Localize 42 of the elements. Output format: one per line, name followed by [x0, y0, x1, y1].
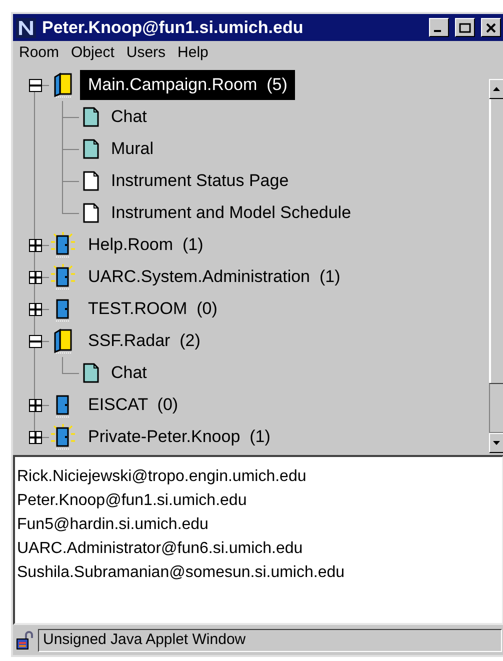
expand-icon[interactable] [28, 430, 42, 444]
user-entry[interactable]: Fun5@hardin.si.umich.edu [17, 513, 500, 537]
room-name[interactable]: SSF.Radar (2) [80, 326, 208, 356]
menu-item[interactable]: Users [126, 42, 166, 64]
room-name[interactable]: Private-Peter.Knoop (1) [80, 422, 278, 452]
scroll-up-icon[interactable] [493, 87, 500, 91]
close-icon [485, 22, 497, 32]
object-name[interactable]: Instrument and Model Schedule [111, 200, 352, 226]
object-name[interactable]: Mural [111, 136, 154, 162]
collapse-icon[interactable] [28, 334, 42, 348]
user-entry[interactable]: Rick.Niciejewski@tropo.engin.umich.edu [17, 465, 500, 489]
menu-item[interactable]: Help [178, 42, 208, 64]
room-name[interactable]: UARC.System.Administration (1) [80, 262, 348, 292]
menu-item[interactable]: Room [19, 42, 60, 64]
menu-item[interactable]: Object [71, 42, 114, 64]
user-entry[interactable]: Sushila.Subramanian@somesun.si.umich.edu [17, 561, 500, 585]
window-title: Peter.Knoop@fun1.si.umich.edu [42, 16, 304, 39]
room-name[interactable]: EISCAT (0) [80, 390, 186, 420]
scrollbar[interactable] [489, 79, 503, 453]
user-entry[interactable]: Peter.Knoop@fun1.si.umich.edu [17, 489, 500, 513]
app-logo-icon [16, 18, 36, 38]
room-name[interactable]: Main.Campaign.Room (5) [80, 70, 296, 100]
object-name[interactable]: Chat [111, 104, 147, 130]
expand-icon[interactable] [28, 398, 42, 412]
object-name[interactable]: Instrument Status Page [111, 168, 289, 194]
status-text: Unsigned Java Applet Window [43, 630, 246, 650]
room-name[interactable]: TEST.ROOM (0) [80, 294, 226, 324]
unlocked-padlock-icon [15, 630, 35, 650]
maximize-icon [459, 22, 471, 32]
room-name[interactable]: Help.Room (1) [80, 230, 212, 260]
expand-icon[interactable] [28, 238, 42, 252]
expand-icon[interactable] [28, 302, 42, 316]
scroll-down-icon[interactable] [493, 441, 500, 445]
expand-icon[interactable] [28, 270, 42, 284]
close-button[interactable] [481, 18, 501, 37]
minimize-button[interactable] [429, 18, 449, 37]
collapse-icon[interactable] [28, 78, 42, 92]
maximize-button[interactable] [455, 18, 475, 37]
scrollbar-thumb[interactable] [489, 383, 503, 433]
minimize-icon [434, 30, 441, 32]
user-entry[interactable]: UARC.Administrator@fun6.si.umich.edu [17, 537, 500, 561]
object-name[interactable]: Chat [111, 360, 147, 386]
